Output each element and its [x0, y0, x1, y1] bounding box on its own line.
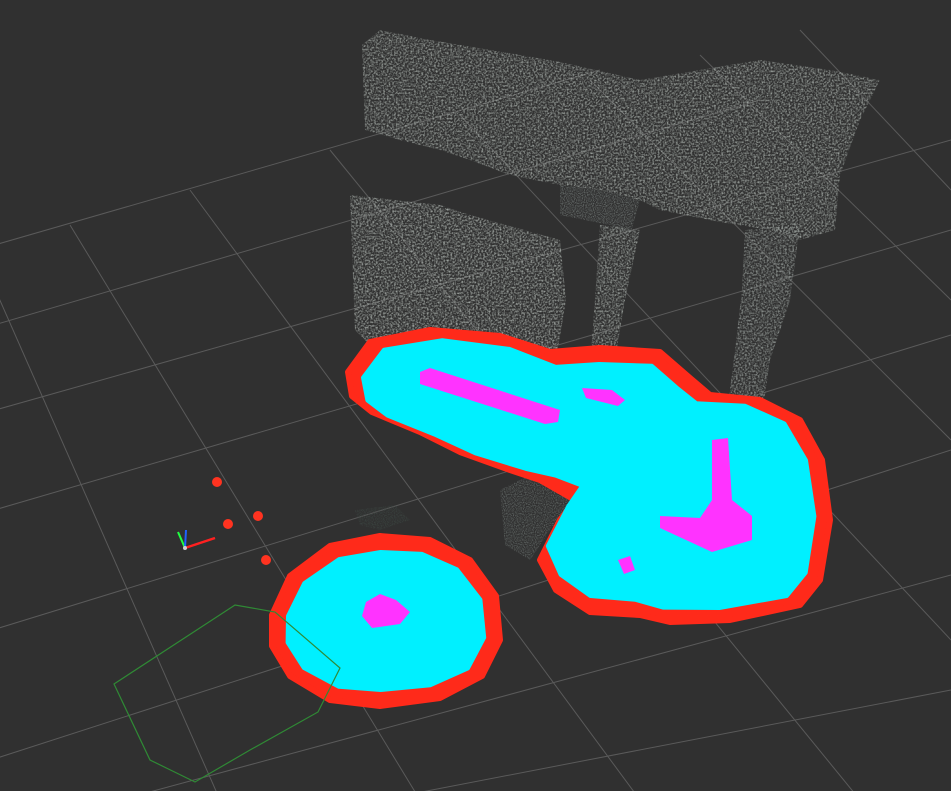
particle-marker-icon [223, 519, 233, 529]
scene-canvas[interactable] [0, 0, 951, 791]
3d-viewport[interactable] [0, 0, 951, 791]
robot-frame-axes-icon[interactable] [177, 529, 216, 550]
particle-marker-icon [261, 555, 271, 565]
grid-line [0, 299, 217, 791]
grid-line [424, 689, 951, 791]
particle-markers [212, 477, 271, 565]
point-cloud-debris-small [355, 505, 410, 530]
point-cloud-center-pillar [590, 225, 640, 365]
particle-marker-icon [212, 477, 222, 487]
particle-marker-icon [253, 511, 263, 521]
